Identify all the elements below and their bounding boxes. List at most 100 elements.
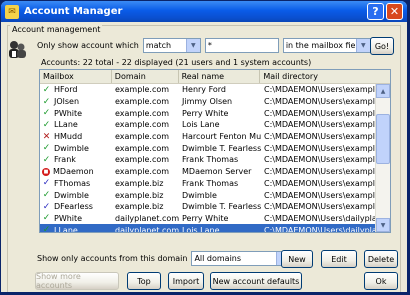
table-row[interactable]: ✓ PWhite dailyplanet.com Perry White C:\MDAE… bbox=[40, 213, 376, 225]
domain-cell: example.com bbox=[115, 132, 170, 142]
stop-icon: ■ bbox=[42, 167, 50, 176]
mailbox-cell: ✓ PWhite bbox=[40, 108, 112, 118]
filter-field-select[interactable]: in the mailbox field ▼ bbox=[282, 38, 371, 53]
delete-account-button[interactable]: Delete bbox=[364, 250, 398, 268]
table-row[interactable]: ✓ Frank example.com Frank Thomas C:\MDAEMON\… bbox=[40, 154, 376, 166]
table-row[interactable]: ✓ Dwimble example.biz Dwimble C:\MDAEMON\Use… bbox=[40, 189, 376, 201]
filter-label: Only show account which bbox=[37, 41, 139, 50]
mailbox-name: JOlsen bbox=[54, 97, 80, 107]
mailbox-name: HMudd bbox=[54, 132, 83, 142]
mail-directory-cell: C:\MDAEMON\Users\example.com\HF bbox=[264, 85, 376, 95]
mailbox-name: FThomas bbox=[54, 178, 91, 188]
table-row[interactable]: ✓ HFord example.com Henry Ford C:\MDAEMON\Us… bbox=[40, 84, 376, 96]
new-account-defaults-button[interactable]: New account defaults bbox=[210, 272, 302, 290]
title-bar[interactable]: ✉ Account Manager ? ✕ bbox=[1, 1, 407, 22]
column-header-mailbox[interactable]: Mailbox bbox=[40, 70, 112, 83]
column-header-real-name[interactable]: Real name bbox=[179, 70, 261, 83]
mailbox-name: LLane bbox=[54, 120, 78, 130]
list-body: ✓ HFord example.com Henry Ford C:\MDAEMON\Us… bbox=[40, 84, 376, 233]
check-icon: ✓ bbox=[42, 190, 51, 201]
table-row[interactable]: ✓ LLane dailyplanet.com Lois Lane C:\MDAEMON… bbox=[40, 224, 376, 233]
mailbox-cell: ✓ JOlsen bbox=[40, 97, 112, 107]
domain-cell: example.biz bbox=[115, 202, 164, 212]
close-button[interactable]: ✕ bbox=[386, 3, 403, 20]
real-name-cell: Henry Ford bbox=[182, 85, 227, 95]
mailbox-name: HFord bbox=[54, 85, 78, 95]
account-manager-window: ✉ Account Manager ? ✕ Account management… bbox=[0, 0, 408, 293]
column-header-mail-directory[interactable]: Mail directory bbox=[260, 70, 390, 83]
table-row[interactable]: ✓ LLane example.com Lois Lane C:\MDAEMON\Use… bbox=[40, 119, 376, 131]
check-icon: ✓ bbox=[42, 96, 51, 107]
mailbox-name: PWhite bbox=[54, 213, 83, 223]
table-row[interactable]: ■ MDaemon example.com MDaemon Server C:\MDAE… bbox=[40, 166, 376, 178]
top-button[interactable]: Top bbox=[127, 272, 161, 290]
mailbox-name: DFearless bbox=[54, 202, 93, 212]
domain-filter-label: Show only accounts from this domain bbox=[37, 254, 188, 263]
table-row[interactable]: ✓ FThomas example.biz Frank Thomas C:\MDAEMO… bbox=[40, 178, 376, 190]
real-name-cell: Frank Thomas bbox=[182, 155, 239, 165]
check-icon: ✓ bbox=[42, 225, 51, 233]
app-icon: ✉ bbox=[5, 4, 19, 19]
mailbox-cell: ✓ HFord bbox=[40, 85, 112, 95]
domain-select-value: All domains bbox=[194, 254, 242, 263]
domain-select[interactable]: All domains ▼ bbox=[191, 251, 292, 266]
domain-cell: example.com bbox=[115, 155, 170, 165]
import-button[interactable]: Import bbox=[168, 272, 204, 290]
help-button[interactable]: ? bbox=[367, 3, 384, 20]
forward-check-icon: ✓ bbox=[42, 201, 51, 212]
domain-cell: example.com bbox=[115, 167, 170, 177]
domain-cell: example.com bbox=[115, 120, 170, 130]
check-icon: ✓ bbox=[42, 108, 51, 119]
scroll-thumb[interactable] bbox=[376, 114, 390, 164]
domain-cell: example.com bbox=[115, 85, 170, 95]
table-row[interactable]: ✕HMuddexample.comHarcourt Fenton MuddC:\… bbox=[40, 131, 376, 143]
table-row[interactable]: ✓ Dwimble example.com Dwimble T. Fearless C:… bbox=[40, 142, 376, 154]
accounts-list[interactable]: Mailbox Domain Real name Mail directory … bbox=[39, 69, 391, 233]
real-name-cell: Perry White bbox=[182, 108, 229, 118]
real-name-cell: Perry White bbox=[182, 213, 229, 223]
check-icon: ✓ bbox=[42, 119, 51, 130]
mail-directory-cell: C:\MDAEMON\Users\example.biz\Dwim bbox=[264, 190, 376, 200]
domain-cell: example.com bbox=[115, 143, 170, 153]
filter-value-input[interactable]: * bbox=[204, 38, 279, 53]
chevron-down-icon: ▼ bbox=[185, 39, 200, 52]
domain-cell: example.com bbox=[115, 108, 170, 118]
real-name-cell: Dwimble T. Fearless bbox=[182, 202, 261, 212]
check-icon: ✓ bbox=[42, 154, 51, 165]
mail-directory-cell: C:\MDAEMON\Users\example.com\LL bbox=[264, 120, 376, 130]
mailbox-cell: ■ MDaemon bbox=[40, 167, 112, 176]
domain-cell: example.biz bbox=[115, 190, 164, 200]
match-condition-select[interactable]: match ▼ bbox=[142, 38, 201, 53]
mailbox-name: Dwimble bbox=[54, 190, 89, 200]
scroll-up-button[interactable]: ▲ bbox=[376, 84, 390, 98]
real-name-cell: Lois Lane bbox=[182, 225, 220, 233]
vertical-scrollbar[interactable]: ▲ ▼ bbox=[375, 84, 390, 232]
mailbox-cell: ✓ Dwimble bbox=[40, 190, 112, 200]
mail-directory-cell: C:\MDAEMON\Users\example.com\PW bbox=[264, 108, 376, 118]
table-row[interactable]: ✓ PWhite example.com Perry White C:\MDAEMON\… bbox=[40, 107, 376, 119]
domain-cell: example.biz bbox=[115, 178, 164, 188]
filter-field-value: in the mailbox field bbox=[285, 41, 363, 50]
ok-button[interactable]: Ok bbox=[364, 272, 398, 290]
edit-account-button[interactable]: Edit bbox=[321, 250, 357, 268]
mail-directory-cell: C:\MDAEMON\Users\dailyplanet.com\LL bbox=[264, 225, 376, 233]
new-account-button[interactable]: New bbox=[281, 250, 313, 268]
table-row[interactable]: ✓ DFearless example.biz Dwimble T. Fearless… bbox=[40, 201, 376, 213]
list-header: Mailbox Domain Real name Mail directory bbox=[40, 70, 390, 84]
mail-directory-cell: C:\MDAEMON\Users\example.com\HM bbox=[264, 132, 376, 142]
show-more-accounts-button[interactable]: Show more accounts bbox=[35, 272, 119, 290]
mailbox-cell: ✓ DFearless bbox=[40, 202, 112, 212]
real-name-cell: Lois Lane bbox=[182, 120, 220, 130]
window-title: Account Manager bbox=[24, 6, 123, 17]
scroll-down-button[interactable]: ▼ bbox=[376, 218, 390, 232]
domain-cell: example.com bbox=[115, 97, 170, 107]
mailbox-name: MDaemon bbox=[53, 167, 94, 177]
group-label: Account management bbox=[10, 25, 103, 34]
table-row[interactable]: ✓ JOlsen example.com Jimmy Olsen C:\MDAEMON\… bbox=[40, 96, 376, 108]
check-icon: ✓ bbox=[42, 143, 51, 154]
match-condition-value: match bbox=[145, 41, 172, 50]
domain-filter-row: Show only accounts from this domain All … bbox=[37, 251, 292, 266]
go-button[interactable]: Go! bbox=[370, 37, 394, 55]
mailbox-cell: ✓ Frank bbox=[40, 155, 112, 165]
column-header-domain[interactable]: Domain bbox=[112, 70, 179, 83]
